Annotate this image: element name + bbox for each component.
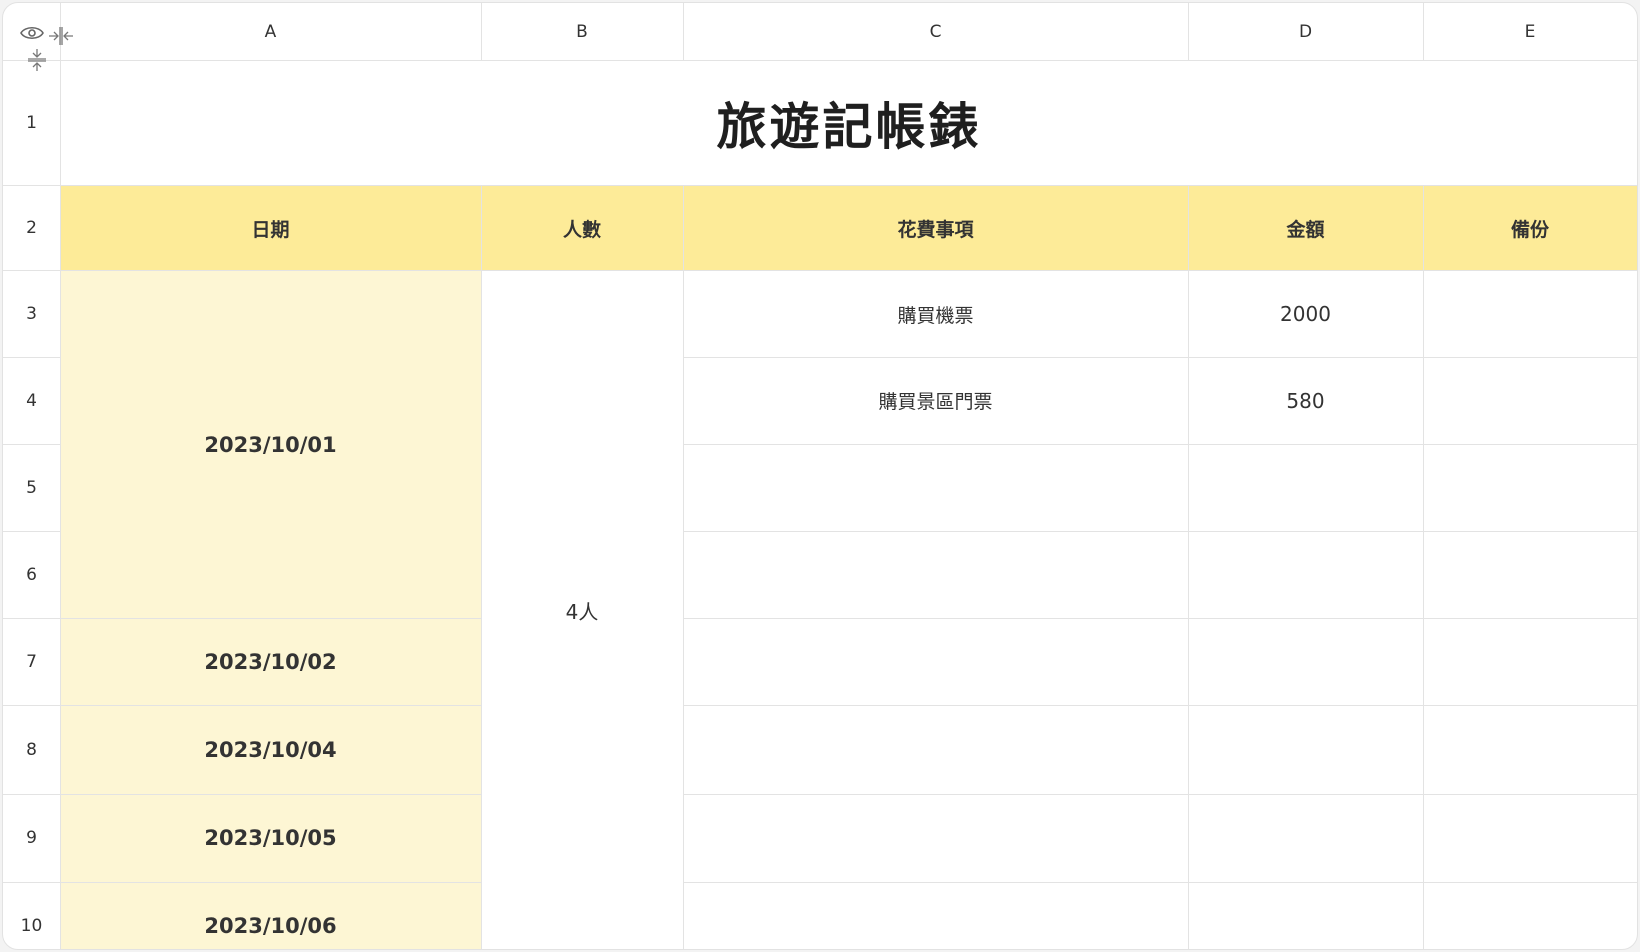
date-cell[interactable]: 2023/10/04 [60, 705, 481, 794]
row-header-1[interactable]: 1 [3, 60, 60, 185]
header-cell-item[interactable]: 花費事項 [683, 185, 1188, 271]
column-header-a[interactable]: A [60, 3, 481, 60]
row-header-9[interactable]: 9 [3, 794, 60, 882]
date-cell[interactable]: 2023/10/02 [60, 618, 481, 705]
spreadsheet: A B C D E 1 2 3 4 5 6 7 8 9 10 旅遊記帳錶 日期 … [2, 2, 1638, 950]
eye-icon[interactable] [19, 23, 45, 43]
sheet-title-cell[interactable]: 旅遊記帳錶 [61, 61, 1637, 185]
row-header-8[interactable]: 8 [3, 705, 60, 794]
row-header-4[interactable]: 4 [3, 357, 60, 444]
row-header-7[interactable]: 7 [3, 618, 60, 705]
column-header-e[interactable]: E [1423, 3, 1637, 60]
expense-item-cell[interactable]: 購買機票 [683, 271, 1188, 357]
header-cell-amount[interactable]: 金額 [1188, 185, 1423, 271]
header-cell-note[interactable]: 備份 [1423, 185, 1637, 271]
row-header-10[interactable]: 10 [3, 882, 60, 949]
expense-amount-cell[interactable]: 580 [1188, 357, 1423, 444]
row-header-6[interactable]: 6 [3, 531, 60, 618]
row-header-2[interactable]: 2 [3, 185, 60, 271]
expense-item-cell[interactable]: 購買景區門票 [683, 357, 1188, 444]
column-header-d[interactable]: D [1188, 3, 1423, 60]
people-count-cell[interactable]: 4人 [481, 271, 683, 949]
date-cell[interactable]: 2023/10/05 [60, 794, 481, 882]
header-cell-people[interactable]: 人數 [481, 185, 683, 271]
row-header-5[interactable]: 5 [3, 444, 60, 531]
row-header-3[interactable]: 3 [3, 271, 60, 357]
column-header-b[interactable]: B [481, 3, 683, 60]
expense-amount-cell[interactable]: 2000 [1188, 271, 1423, 357]
column-header-c[interactable]: C [683, 3, 1188, 60]
header-cell-date[interactable]: 日期 [60, 185, 481, 271]
date-cell[interactable]: 2023/10/06 [60, 882, 481, 949]
date-cell[interactable]: 2023/10/01 [60, 271, 481, 618]
